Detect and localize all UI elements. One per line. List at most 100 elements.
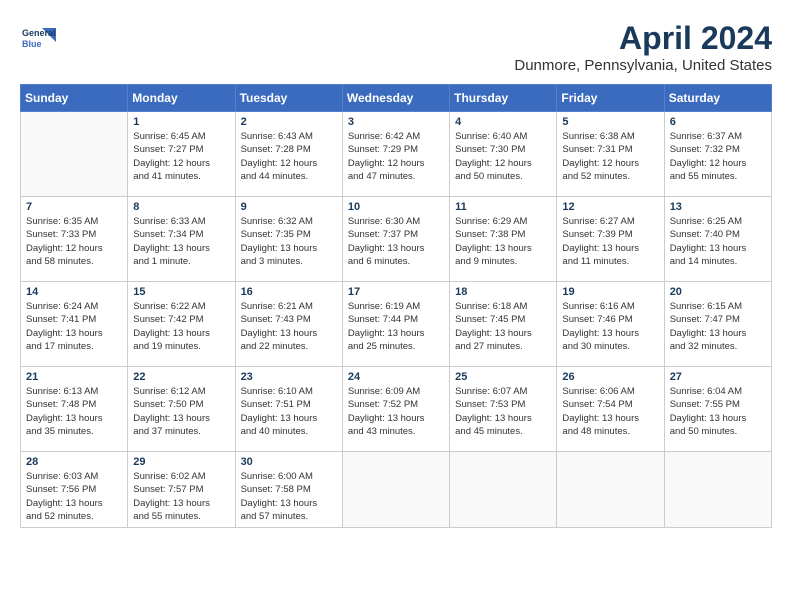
calendar-cell: 10 Sunrise: 6:30 AM Sunset: 7:37 PM Dayli… xyxy=(342,197,449,282)
day-number: 4 xyxy=(455,116,551,128)
day-info: Sunrise: 6:30 AM Sunset: 7:37 PM Dayligh… xyxy=(348,215,444,268)
day-info: Sunrise: 6:19 AM Sunset: 7:44 PM Dayligh… xyxy=(348,300,444,353)
day-info: Sunrise: 6:43 AM Sunset: 7:28 PM Dayligh… xyxy=(241,130,337,183)
day-info: Sunrise: 6:03 AM Sunset: 7:56 PM Dayligh… xyxy=(26,470,122,523)
header-saturday: Saturday xyxy=(664,85,771,112)
svg-text:General: General xyxy=(22,28,56,38)
svg-text:Blue: Blue xyxy=(22,39,42,49)
calendar-cell: 11 Sunrise: 6:29 AM Sunset: 7:38 PM Dayli… xyxy=(450,197,557,282)
day-info: Sunrise: 6:29 AM Sunset: 7:38 PM Dayligh… xyxy=(455,215,551,268)
header-friday: Friday xyxy=(557,85,664,112)
day-number: 14 xyxy=(26,286,122,298)
day-number: 22 xyxy=(133,371,229,383)
day-number: 3 xyxy=(348,116,444,128)
header-wednesday: Wednesday xyxy=(342,85,449,112)
calendar-cell: 28 Sunrise: 6:03 AM Sunset: 7:56 PM Dayli… xyxy=(21,452,128,528)
calendar-cell: 2 Sunrise: 6:43 AM Sunset: 7:28 PM Daylig… xyxy=(235,112,342,197)
day-number: 25 xyxy=(455,371,551,383)
day-number: 16 xyxy=(241,286,337,298)
calendar-cell: 1Sunrise: 6:45 AM Sunset: 7:27 PM Daylig… xyxy=(128,112,235,197)
calendar-cell: 24 Sunrise: 6:09 AM Sunset: 7:52 PM Dayli… xyxy=(342,367,449,452)
calendar-cell: 5 Sunrise: 6:38 AM Sunset: 7:31 PM Daylig… xyxy=(557,112,664,197)
day-number: 2 xyxy=(241,116,337,128)
calendar-cell: 16 Sunrise: 6:21 AM Sunset: 7:43 PM Dayli… xyxy=(235,282,342,367)
calendar-cell: 21 Sunrise: 6:13 AM Sunset: 7:48 PM Dayli… xyxy=(21,367,128,452)
calendar-cell: 7 Sunrise: 6:35 AM Sunset: 7:33 PM Daylig… xyxy=(21,197,128,282)
day-info: Sunrise: 6:38 AM Sunset: 7:31 PM Dayligh… xyxy=(562,130,658,183)
day-number: 15 xyxy=(133,286,229,298)
day-info: Sunrise: 6:16 AM Sunset: 7:46 PM Dayligh… xyxy=(562,300,658,353)
day-info: Sunrise: 6:13 AM Sunset: 7:48 PM Dayligh… xyxy=(26,385,122,438)
calendar-cell: 23Sunrise: 6:10 AM Sunset: 7:51 PM Dayli… xyxy=(235,367,342,452)
day-info: Sunrise: 6:12 AM Sunset: 7:50 PM Dayligh… xyxy=(133,385,229,438)
calendar-cell: 17 Sunrise: 6:19 AM Sunset: 7:44 PM Dayli… xyxy=(342,282,449,367)
day-info: Sunrise: 6:09 AM Sunset: 7:52 PM Dayligh… xyxy=(348,385,444,438)
calendar-cell: 27Sunrise: 6:04 AM Sunset: 7:55 PM Dayli… xyxy=(664,367,771,452)
calendar-cell: 20 Sunrise: 6:15 AM Sunset: 7:47 PM Dayli… xyxy=(664,282,771,367)
day-number: 24 xyxy=(348,371,444,383)
calendar-cell: 30Sunrise: 6:00 AM Sunset: 7:58 PM Dayli… xyxy=(235,452,342,528)
day-number: 6 xyxy=(670,116,766,128)
day-number: 27 xyxy=(670,371,766,383)
month-title: April 2024 xyxy=(514,20,772,57)
day-number: 9 xyxy=(241,201,337,213)
calendar-table: SundayMondayTuesdayWednesdayThursdayFrid… xyxy=(20,84,772,528)
calendar-cell: 8 Sunrise: 6:33 AM Sunset: 7:34 PM Daylig… xyxy=(128,197,235,282)
logo-icon: General Blue xyxy=(20,20,56,56)
day-info: Sunrise: 6:22 AM Sunset: 7:42 PM Dayligh… xyxy=(133,300,229,353)
calendar-cell: 26 Sunrise: 6:06 AM Sunset: 7:54 PM Dayli… xyxy=(557,367,664,452)
day-number: 5 xyxy=(562,116,658,128)
day-info: Sunrise: 6:24 AM Sunset: 7:41 PM Dayligh… xyxy=(26,300,122,353)
day-number: 18 xyxy=(455,286,551,298)
day-number: 17 xyxy=(348,286,444,298)
day-info: Sunrise: 6:27 AM Sunset: 7:39 PM Dayligh… xyxy=(562,215,658,268)
day-info: Sunrise: 6:37 AM Sunset: 7:32 PM Dayligh… xyxy=(670,130,766,183)
day-info: Sunrise: 6:25 AM Sunset: 7:40 PM Dayligh… xyxy=(670,215,766,268)
day-number: 19 xyxy=(562,286,658,298)
day-info: Sunrise: 6:42 AM Sunset: 7:29 PM Dayligh… xyxy=(348,130,444,183)
day-info: Sunrise: 6:35 AM Sunset: 7:33 PM Dayligh… xyxy=(26,215,122,268)
day-number: 21 xyxy=(26,371,122,383)
calendar-cell: 18Sunrise: 6:18 AM Sunset: 7:45 PM Dayli… xyxy=(450,282,557,367)
title-section: April 2024 Dunmore, Pennsylvania, United… xyxy=(514,20,772,74)
day-info: Sunrise: 6:07 AM Sunset: 7:53 PM Dayligh… xyxy=(455,385,551,438)
day-number: 10 xyxy=(348,201,444,213)
calendar-cell xyxy=(342,452,449,528)
header-thursday: Thursday xyxy=(450,85,557,112)
day-info: Sunrise: 6:06 AM Sunset: 7:54 PM Dayligh… xyxy=(562,385,658,438)
calendar-cell xyxy=(664,452,771,528)
calendar-header-row: SundayMondayTuesdayWednesdayThursdayFrid… xyxy=(21,85,772,112)
day-number: 20 xyxy=(670,286,766,298)
calendar-cell: 9Sunrise: 6:32 AM Sunset: 7:35 PM Daylig… xyxy=(235,197,342,282)
header-monday: Monday xyxy=(128,85,235,112)
calendar-cell: 4 Sunrise: 6:40 AM Sunset: 7:30 PM Daylig… xyxy=(450,112,557,197)
calendar-week-3: 14 Sunrise: 6:24 AM Sunset: 7:41 PM Dayli… xyxy=(21,282,772,367)
day-number: 30 xyxy=(241,456,337,468)
calendar-cell xyxy=(557,452,664,528)
day-number: 13 xyxy=(670,201,766,213)
header-tuesday: Tuesday xyxy=(235,85,342,112)
day-number: 7 xyxy=(26,201,122,213)
day-number: 29 xyxy=(133,456,229,468)
day-info: Sunrise: 6:15 AM Sunset: 7:47 PM Dayligh… xyxy=(670,300,766,353)
calendar-week-4: 21 Sunrise: 6:13 AM Sunset: 7:48 PM Dayli… xyxy=(21,367,772,452)
calendar-cell xyxy=(450,452,557,528)
day-number: 26 xyxy=(562,371,658,383)
day-number: 12 xyxy=(562,201,658,213)
day-info: Sunrise: 6:02 AM Sunset: 7:57 PM Dayligh… xyxy=(133,470,229,523)
calendar-cell xyxy=(21,112,128,197)
day-number: 11 xyxy=(455,201,551,213)
location-title: Dunmore, Pennsylvania, United States xyxy=(514,57,772,74)
calendar-cell: 22 Sunrise: 6:12 AM Sunset: 7:50 PM Dayli… xyxy=(128,367,235,452)
day-info: Sunrise: 6:10 AM Sunset: 7:51 PM Dayligh… xyxy=(241,385,337,438)
calendar-cell: 15 Sunrise: 6:22 AM Sunset: 7:42 PM Dayli… xyxy=(128,282,235,367)
day-info: Sunrise: 6:40 AM Sunset: 7:30 PM Dayligh… xyxy=(455,130,551,183)
day-info: Sunrise: 6:21 AM Sunset: 7:43 PM Dayligh… xyxy=(241,300,337,353)
day-number: 8 xyxy=(133,201,229,213)
calendar-cell: 3 Sunrise: 6:42 AM Sunset: 7:29 PM Daylig… xyxy=(342,112,449,197)
day-info: Sunrise: 6:33 AM Sunset: 7:34 PM Dayligh… xyxy=(133,215,229,268)
day-number: 28 xyxy=(26,456,122,468)
calendar-cell: 19 Sunrise: 6:16 AM Sunset: 7:46 PM Dayli… xyxy=(557,282,664,367)
calendar-cell: 29 Sunrise: 6:02 AM Sunset: 7:57 PM Dayli… xyxy=(128,452,235,528)
calendar-cell: 12 Sunrise: 6:27 AM Sunset: 7:39 PM Dayli… xyxy=(557,197,664,282)
